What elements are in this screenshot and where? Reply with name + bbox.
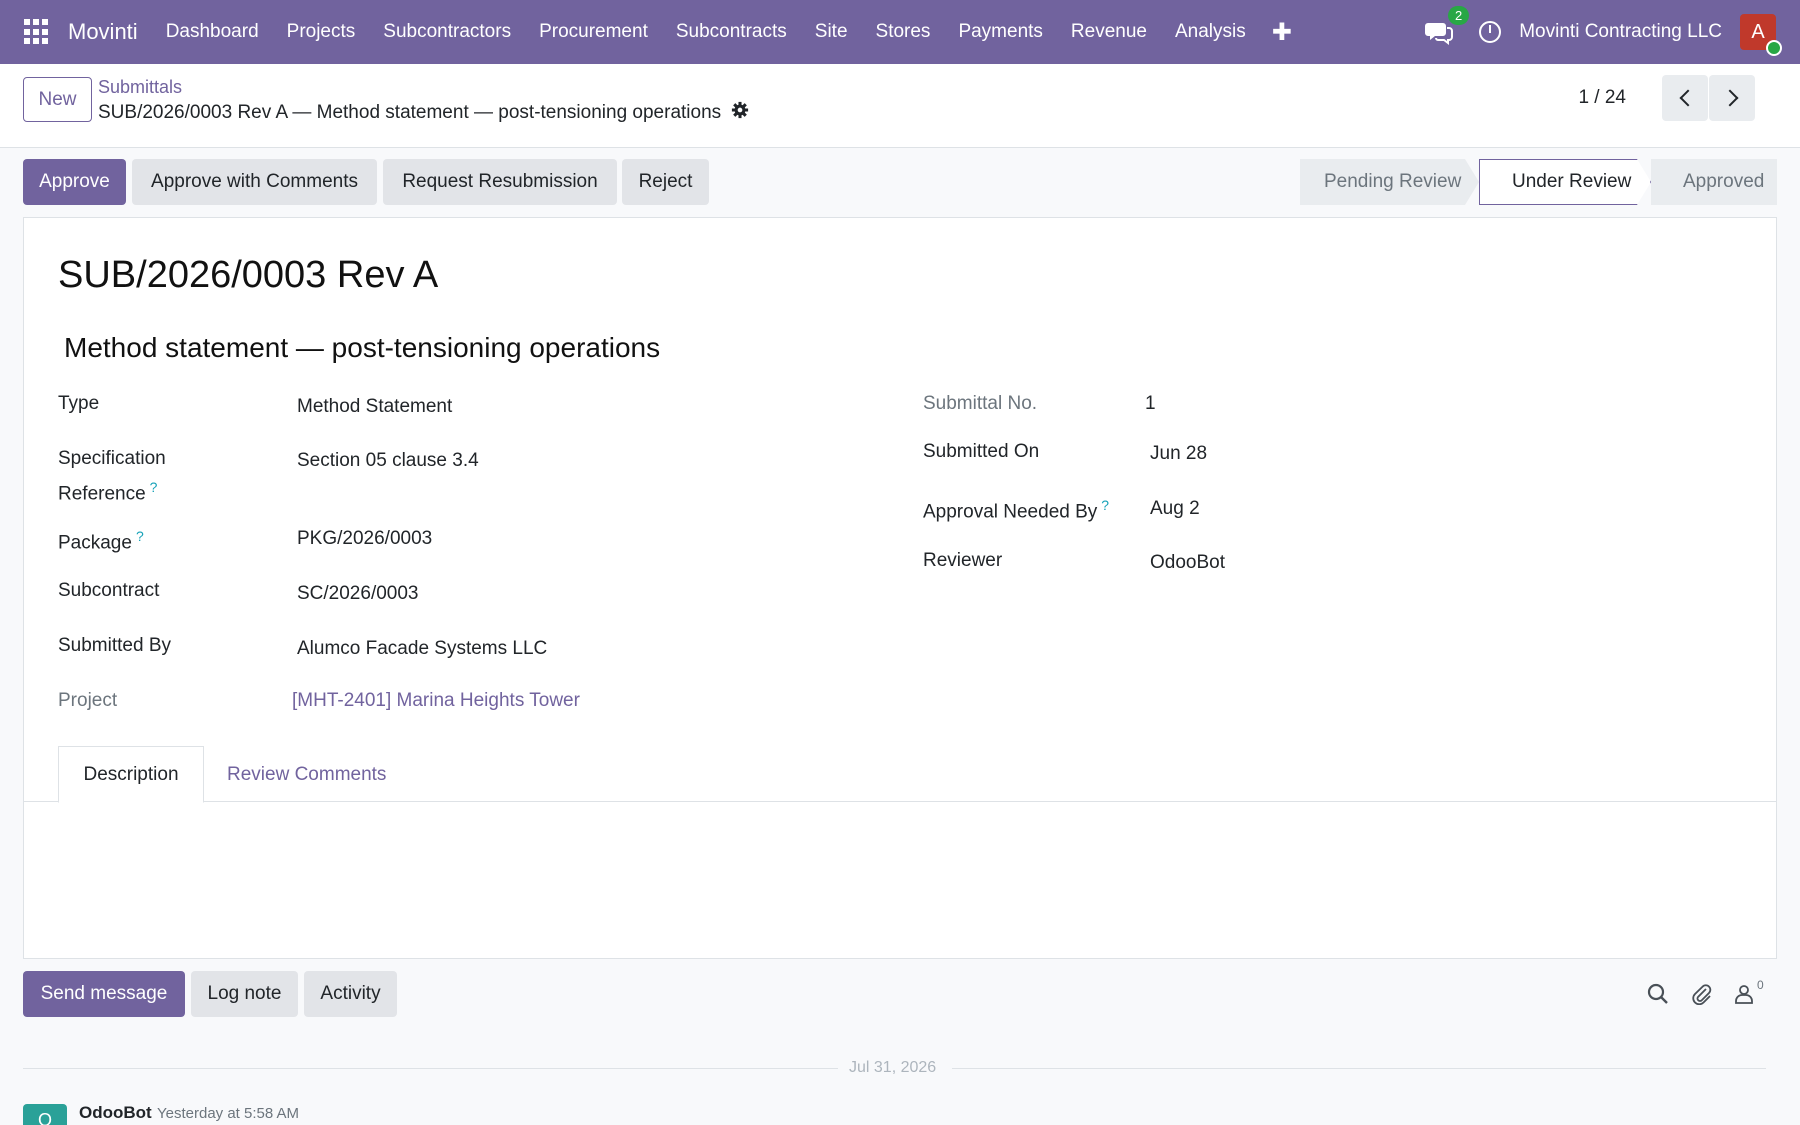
package-label: Package? <box>58 522 144 557</box>
specification-reference-value[interactable]: Section 05 clause 3.4 <box>297 450 479 472</box>
log-note-button[interactable]: Log note <box>191 971 298 1017</box>
activity-button[interactable]: Activity <box>304 971 397 1017</box>
submitted-on-value[interactable]: Jun 28 <box>1150 443 1207 465</box>
help-icon[interactable]: ? <box>136 528 144 544</box>
approval-needed-by-label-text: Approval Needed By <box>923 501 1098 523</box>
chat-icon[interactable]: 2 <box>1425 6 1470 46</box>
chevron-left-icon <box>1679 89 1696 107</box>
followers-icon[interactable] <box>1733 983 1755 1005</box>
menu-analysis[interactable]: Analysis <box>1161 21 1260 43</box>
follower-count: 0 <box>1757 978 1764 992</box>
reviewer-value[interactable]: OdooBot <box>1150 552 1225 574</box>
menu-subcontracts[interactable]: Subcontracts <box>662 21 801 43</box>
subcontract-label: Subcontract <box>58 580 160 601</box>
online-status-icon <box>1766 40 1782 56</box>
submitted-by-value[interactable]: Alumco Facade Systems LLC <box>297 638 547 660</box>
menu-subcontractors[interactable]: Subcontractors <box>369 21 525 43</box>
record-name[interactable]: SUB/2026/0003 Rev A <box>58 254 438 297</box>
new-button[interactable]: New <box>23 77 92 122</box>
menu-projects[interactable]: Projects <box>273 21 370 43</box>
form-sheet: SUB/2026/0003 Rev A Method statement — p… <box>23 217 1777 959</box>
menu-revenue[interactable]: Revenue <box>1057 21 1161 43</box>
reject-button[interactable]: Reject <box>622 159 709 205</box>
spec-label-line1: Specification <box>58 448 166 469</box>
send-message-button[interactable]: Send message <box>23 971 185 1017</box>
approval-needed-by-value[interactable]: Aug 2 <box>1150 498 1200 520</box>
submitted-by-label: Submitted By <box>58 635 171 656</box>
project-link[interactable]: [MHT-2401] Marina Heights Tower <box>292 690 580 712</box>
activity-clock-icon[interactable] <box>1479 21 1502 43</box>
description-editor[interactable] <box>24 803 1776 958</box>
breadcrumb-submittals[interactable]: Submittals <box>98 77 182 98</box>
status-stages: Pending Review Under Review Approved <box>1300 159 1777 205</box>
chevron-right-icon <box>1721 89 1738 107</box>
app-menu-icon[interactable] <box>24 19 50 45</box>
package-label-text: Package <box>58 532 132 554</box>
date-separator-line <box>952 1068 1766 1069</box>
menu-site[interactable]: Site <box>801 21 862 43</box>
message-date: Yesterday at 5:58 AM <box>157 1105 300 1122</box>
request-resubmission-button[interactable]: Request Resubmission <box>383 159 617 205</box>
message-avatar[interactable]: O <box>23 1104 67 1125</box>
help-icon[interactable]: ? <box>150 479 158 495</box>
pager-previous-button[interactable] <box>1662 75 1708 121</box>
breadcrumb-current: SUB/2026/0003 Rev A — Method statement —… <box>98 101 749 125</box>
type-value[interactable]: Method Statement <box>297 396 452 418</box>
stage-pending-review[interactable]: Pending Review <box>1300 159 1479 205</box>
spec-label-line2: Reference <box>58 483 146 505</box>
help-icon[interactable]: ? <box>1101 497 1109 513</box>
subcontract-value[interactable]: SC/2026/0003 <box>297 583 419 605</box>
user-avatar[interactable]: A <box>1740 14 1782 56</box>
package-value[interactable]: PKG/2026/0003 <box>297 528 432 550</box>
menu-procurement[interactable]: Procurement <box>525 21 662 43</box>
plus-icon[interactable]: ✚ <box>1272 18 1292 47</box>
menu-stores[interactable]: Stores <box>862 21 945 43</box>
submittal-no-label: Submittal No. <box>923 393 1038 414</box>
app-brand[interactable]: Movinti <box>68 19 138 45</box>
notebook-tabs: Description Review Comments <box>24 746 1776 803</box>
record-title[interactable]: Method statement — post-tensioning opera… <box>64 332 660 364</box>
type-label: Type <box>58 393 100 414</box>
date-separator-line <box>23 1068 838 1069</box>
stage-approved[interactable]: Approved <box>1651 159 1777 205</box>
stage-pending-review-label: Pending Review <box>1324 171 1462 192</box>
menu-payments[interactable]: Payments <box>944 21 1056 43</box>
stage-under-review-label: Under Review <box>1512 171 1632 192</box>
submittal-no-value: 1 <box>1145 393 1156 414</box>
control-panel: New Submittals SUB/2026/0003 Rev A — Met… <box>0 64 1800 148</box>
submitted-on-label: Submitted On <box>923 441 1040 462</box>
message-author[interactable]: OdooBot <box>79 1103 152 1123</box>
approve-with-comments-button[interactable]: Approve with Comments <box>132 159 377 205</box>
search-icon[interactable] <box>1647 983 1669 1005</box>
approve-button[interactable]: Approve <box>23 159 126 205</box>
reviewer-label: Reviewer <box>923 550 1003 571</box>
stage-under-review[interactable]: Under Review <box>1479 159 1651 205</box>
date-separator: Jul 31, 2026 <box>849 1059 937 1076</box>
avatar-letter: A <box>1751 20 1765 43</box>
paperclip-icon[interactable] <box>1691 983 1713 1006</box>
gear-icon[interactable] <box>731 101 749 125</box>
stage-approved-label: Approved <box>1683 171 1765 192</box>
chat-badge: 2 <box>1448 6 1470 25</box>
breadcrumb-current-label: SUB/2026/0003 Rev A — Method statement —… <box>98 102 722 123</box>
company-switcher[interactable]: Movinti Contracting LLC <box>1519 21 1722 43</box>
pager-next-button[interactable] <box>1709 75 1755 121</box>
approval-needed-by-label: Approval Needed By? <box>923 491 1109 526</box>
pager-value[interactable]: 1 / 24 <box>1578 87 1626 109</box>
menu-dashboard[interactable]: Dashboard <box>152 21 273 43</box>
top-navbar: Movinti Dashboard Projects Subcontractor… <box>0 0 1800 64</box>
specification-reference-label: Specification Reference? <box>58 444 166 508</box>
project-label: Project <box>58 690 118 711</box>
tab-review-comments[interactable]: Review Comments <box>227 746 386 803</box>
tab-description[interactable]: Description <box>58 746 204 803</box>
